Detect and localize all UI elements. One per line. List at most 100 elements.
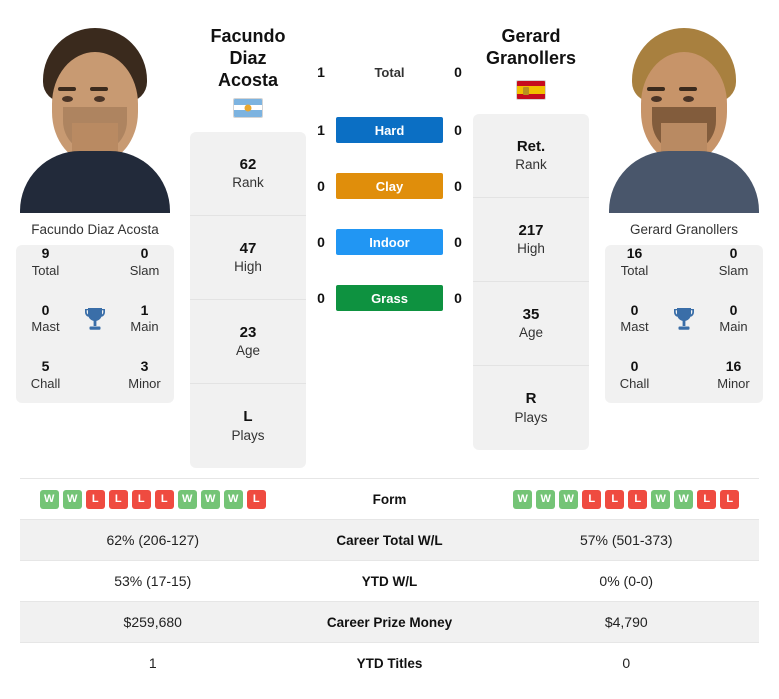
player-comparison-page: Facundo Diaz Acosta 9 Total 0 Slam 0 Mas… (0, 0, 779, 699)
label: Age (235, 343, 261, 359)
row-left-value: 53% (17-15) (114, 573, 192, 589)
h2h-row-total: 1 Total 0 (306, 58, 473, 86)
value: R (525, 390, 537, 408)
form-badge-loss: L (131, 489, 151, 509)
h2h-row-grass: 0 Grass 0 (306, 284, 473, 312)
trophy-icon (664, 306, 704, 332)
value: 0 (140, 245, 149, 261)
row-right-value: WWWLLLWWLL (494, 489, 760, 509)
left-titles-slam: 0 Slam (115, 245, 174, 280)
label: Rank (515, 157, 547, 173)
form-badge-loss: L (85, 489, 105, 509)
right-titles-chall: 0 Chall (605, 358, 664, 393)
table-row: $259,680 Career Prize Money $4,790 (20, 601, 759, 642)
h2h-right-count: 0 (454, 122, 462, 138)
h2h-left-count: 0 (317, 234, 325, 250)
label: Mast (620, 319, 649, 335)
right-photo-caption: Gerard Granollers (629, 222, 739, 237)
row-label: Career Total W/L (336, 532, 443, 548)
value: 23 (239, 323, 257, 341)
value: 3 (140, 358, 149, 375)
left-player-name: Facundo Diaz Acosta (190, 0, 306, 92)
value: 0 (630, 301, 639, 318)
form-badge-loss: L (697, 489, 717, 509)
form-badge-loss: L (582, 489, 602, 509)
name-line-1: Gerard (501, 26, 561, 46)
h2h-row-hard: 1 Hard 0 (306, 116, 473, 144)
label: Main (719, 319, 748, 335)
label: Minor (128, 375, 161, 391)
form-badge-loss: L (108, 489, 128, 509)
argentina-flag-icon (233, 97, 263, 118)
form-badge-win: W (223, 489, 243, 509)
right-titles-minor: 16 Minor (704, 358, 763, 393)
photo-eye-left (651, 96, 662, 102)
left-titles-minor: 3 Minor (115, 358, 174, 393)
label: Main (130, 319, 159, 335)
name-line-2: Acosta (217, 69, 279, 90)
value: 0 (630, 358, 639, 375)
right-titles-main: 0 Main (704, 302, 763, 337)
table-row: W W L L L L W W W L Form W W W L L L W W L L (20, 478, 759, 519)
value: 16 (725, 358, 742, 375)
left-player-panel: Facundo Diaz Acosta 9 Total 0 Slam 0 Mas… (0, 0, 190, 403)
right-player-name: Gerard Granollers (473, 0, 589, 74)
row-left-value: WWLLLLWWWL (20, 489, 286, 509)
label: High (234, 259, 262, 275)
value: 9 (41, 245, 50, 261)
photo-brow-left (647, 87, 665, 91)
value: 35 (522, 305, 540, 323)
photo-shirt (20, 151, 170, 213)
left-rank: 62 Rank (190, 132, 306, 216)
h2h-left-count: 1 (317, 122, 325, 138)
label: Total (620, 262, 649, 278)
h2h-right-count: 0 (454, 178, 462, 194)
h2h-row-indoor: 0 Indoor 0 (306, 228, 473, 256)
row-left-value: 62% (206-127) (106, 532, 200, 548)
value: L (243, 408, 253, 426)
h2h-left-count: 0 (317, 178, 325, 194)
left-titles-main: 1 Main (115, 302, 174, 337)
right-titles-card: 16 Total 0 Slam 0 Mast 0 Main 0 Chall 16… (605, 245, 763, 403)
row-right-value: 57% (501-373) (579, 532, 673, 548)
trophy-icon (75, 306, 115, 332)
value: 5 (41, 358, 50, 375)
form-badge-win: W (536, 489, 556, 509)
photo-eye-right (94, 96, 105, 102)
h2h-right-count: 0 (454, 234, 462, 250)
row-right-value: $4,790 (604, 614, 648, 630)
form-badge-loss: L (154, 489, 174, 509)
right-stat-card: Ret. Rank 217 High 35 Age R Plays (473, 114, 589, 450)
right-titles-total: 16 Total (605, 245, 664, 280)
spain-flag-icon (516, 80, 546, 100)
form-badge-loss: L (628, 489, 648, 509)
comparison-header: Facundo Diaz Acosta 9 Total 0 Slam 0 Mas… (0, 0, 779, 478)
h2h-total-label: Total (374, 64, 405, 80)
label: Rank (232, 175, 264, 191)
form-badge-win: W (513, 489, 533, 509)
label: Plays (231, 427, 265, 443)
label: Slam (129, 262, 160, 278)
form-badge-loss: L (246, 489, 266, 509)
left-age: 23 Age (190, 300, 306, 384)
right-plays: R Plays (473, 366, 589, 450)
left-plays: L Plays (190, 384, 306, 468)
row-label: Form (372, 491, 407, 507)
form-badge-win: W (39, 489, 59, 509)
right-high: 217 High (473, 198, 589, 282)
h2h-right-count: 0 (454, 290, 462, 306)
value: 0 (729, 301, 738, 318)
name-line-1: Facundo Diaz (210, 26, 286, 68)
surface-pill-clay: Clay (336, 173, 443, 199)
surface-pill-hard: Hard (336, 117, 443, 143)
right-rank: Ret. Rank (473, 114, 589, 198)
left-titles-mast: 0 Mast (16, 302, 75, 337)
photo-shirt (609, 151, 759, 213)
value: 0 (729, 245, 738, 261)
left-titles-card: 9 Total 0 Slam 0 Mast 1 Main 5 Chall 3 M… (16, 245, 174, 403)
surface-pill-grass: Grass (336, 285, 443, 311)
form-badge-win: W (200, 489, 220, 509)
row-left-value: $259,680 (123, 614, 182, 630)
left-photo-caption: Facundo Diaz Acosta (31, 222, 159, 237)
right-titles-grid: 16 Total 0 Slam 0 Mast 0 Main 0 Chall 16… (605, 245, 763, 393)
